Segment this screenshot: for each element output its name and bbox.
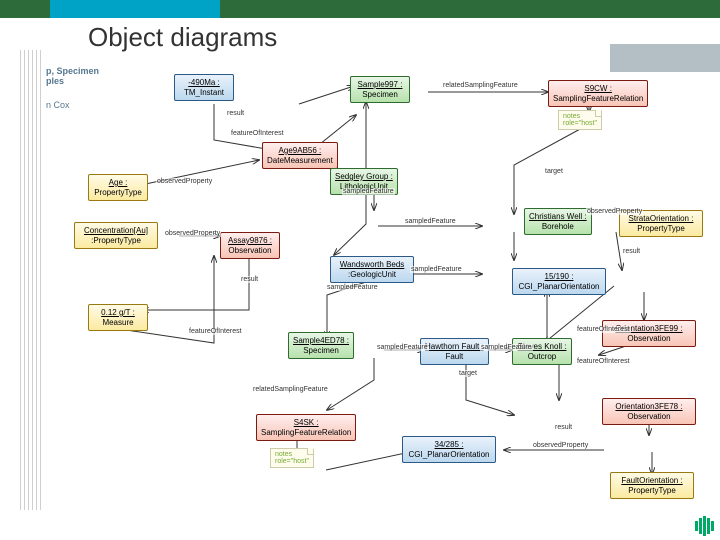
node-wandsworth: Wandsworth Beds:GeologicUnit — [330, 256, 414, 283]
node-tm-instant: -490Ma :TM_Instant — [174, 74, 234, 101]
label-sf-3: sampledFeature — [410, 266, 463, 273]
label-obsprop-2: observedProperty — [164, 230, 221, 237]
node-sfr-s9cw: S9CW :SamplingFeatureRelation — [548, 80, 648, 107]
label-result-3: result — [622, 248, 641, 255]
note-role-host-2: notesrole="host" — [270, 448, 314, 468]
node-sample-ed78: Sample4ED78 :Specimen — [288, 332, 354, 359]
node-conc-au-property: Concentration[Au]:PropertyType — [74, 222, 158, 249]
label-related-sf-2: relatedSamplingFeature — [252, 386, 329, 393]
slide: Object diagrams p, Specimenples n Cox — [0, 0, 720, 540]
label-sf-5: sampledFeature — [376, 344, 429, 351]
node-borehole: Christians Well :Borehole — [524, 208, 592, 235]
node-age-property: Age :PropertyType — [88, 174, 148, 201]
label-target-2: target — [458, 370, 478, 377]
node-measure: 0.12 g/T :Measure — [88, 304, 148, 331]
label-related-sf-1: relatedSamplingFeature — [442, 82, 519, 89]
node-assay-observation: Assay9876 :Observation — [220, 232, 280, 259]
label-sf-4: sampledFeature — [326, 284, 379, 291]
note-role-host-1: notesrole="host" — [558, 110, 602, 130]
label-obsprop-3: observedProperty — [532, 442, 589, 449]
node-date-measurement: Age9AB56 :DateMeasurement — [262, 142, 338, 169]
node-sfr-s4sk: S4SK :SamplingFeatureRelation — [256, 414, 356, 441]
label-sf-1: sampledFeature — [342, 188, 395, 195]
node-obs-3fe78: Orientation3FE78 :Observation — [602, 398, 696, 425]
logo-icon — [695, 516, 714, 536]
label-result-2: result — [240, 276, 259, 283]
node-specimen997: Sample997 :Specimen — [350, 76, 410, 103]
label-obsprop-1: observedProperty — [156, 178, 213, 185]
label-target-1: target — [544, 168, 564, 175]
accent-bar — [50, 0, 220, 18]
label-sf-2: sampledFeature — [404, 218, 457, 225]
page-title: Object diagrams — [88, 22, 277, 53]
node-hawthorn-fault: Hawthorn Fault :Fault — [420, 338, 489, 365]
node-planar-15-190: 15/190 :CGI_PlanarOrientation — [512, 268, 606, 295]
node-planar-34-285: 34/285 :CGI_PlanarOrientation — [402, 436, 496, 463]
connector-layer — [74, 60, 710, 540]
label-foi-1: featureOfInterest — [230, 130, 285, 137]
label-result-1: result — [226, 110, 245, 117]
label-foi-2: featureOfInterest — [188, 328, 243, 335]
label-sf-6: sampledFeature — [480, 344, 533, 351]
cut-label-author: n Cox — [46, 100, 70, 110]
node-obs-3fe99: Orientation3FE99 :Observation — [602, 320, 696, 347]
node-fault-property: FaultOrientation :PropertyType — [610, 472, 694, 499]
label-foi-4: featureOfInterest — [576, 358, 631, 365]
label-result-4: result — [554, 424, 573, 431]
label-foi-3: featureOfInterest — [576, 326, 631, 333]
node-outcrop: Steves Knoll :Outcrop — [512, 338, 572, 365]
label-obsprop-4: observedProperty — [586, 208, 643, 215]
object-diagram: -490Ma :TM_Instant Sample997 :Specimen S… — [74, 60, 710, 540]
